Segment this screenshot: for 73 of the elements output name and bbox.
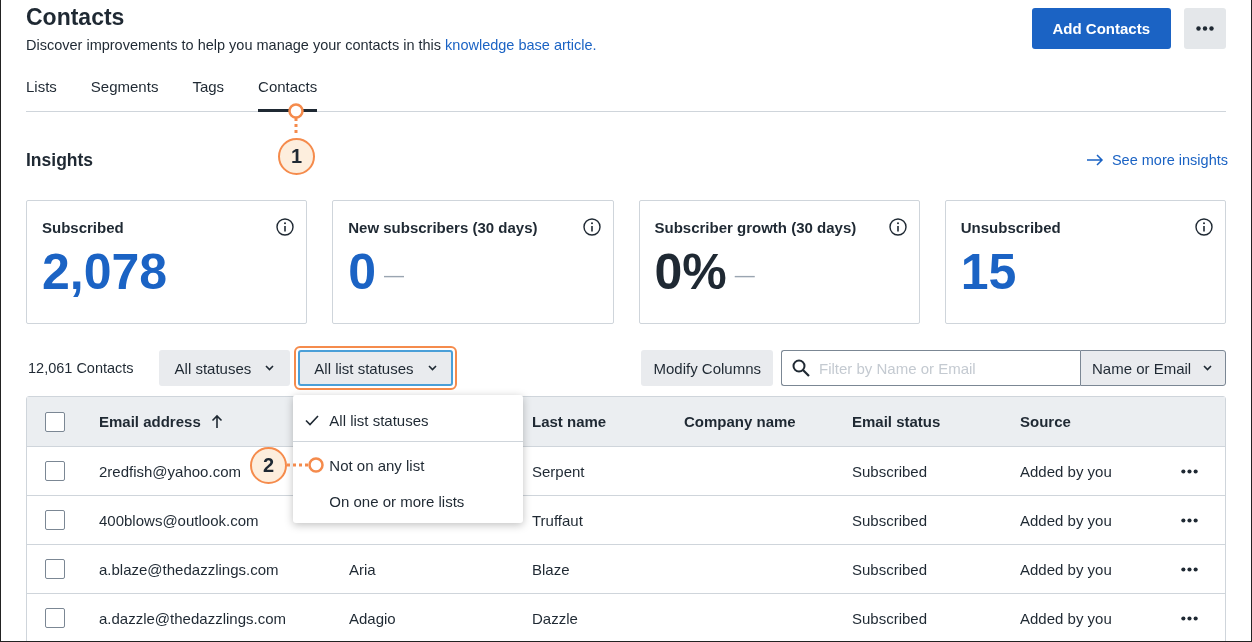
table-cell: Subscribed (852, 560, 928, 578)
see-more-insights-link[interactable]: See more insights (1086, 152, 1228, 168)
info-icon[interactable] (1195, 218, 1213, 236)
check-icon (305, 414, 320, 426)
page-title: Contacts (26, 4, 126, 30)
trend-indicator: — (384, 263, 405, 287)
stat-value: 0% (654, 243, 727, 302)
table-cell: Blaze (532, 560, 570, 578)
callout-number: 1 (278, 138, 315, 175)
column-header[interactable]: Last name (532, 413, 607, 430)
search-scope-dropdown[interactable]: Name or Email (1080, 350, 1226, 386)
stat-value: 2,078 (42, 243, 168, 302)
table-cell: 400blows@outlook.com (99, 511, 259, 529)
table-cell: Added by you (1020, 560, 1112, 578)
table-cell: Subscribed (852, 609, 928, 627)
info-icon[interactable] (888, 218, 907, 236)
stat-label: New subscribers (30 days) (348, 218, 538, 236)
callout-pointer (288, 103, 304, 133)
row-checkbox[interactable] (45, 608, 65, 628)
column-header[interactable]: Email address (99, 413, 223, 430)
select-all-checkbox[interactable] (45, 411, 65, 432)
page-description: Discover improvements to help you manage your contacts in this knowledge base article. (26, 36, 597, 54)
stat-label: Unsubscribed (960, 218, 1061, 236)
column-header[interactable]: Source (1020, 413, 1071, 430)
table-cell: Aria (349, 560, 376, 578)
ellipsis-icon (1180, 468, 1198, 474)
filter-dropdown[interactable]: All list statuses (298, 350, 453, 386)
menu-item[interactable]: Not on any list (293, 447, 524, 483)
tab[interactable]: Tags (192, 75, 225, 112)
row-checkbox[interactable] (45, 510, 65, 530)
modify-columns-button[interactable]: Modify Columns (641, 350, 773, 386)
table-cell: 2redfish@yahoo.com (99, 462, 241, 480)
info-icon[interactable] (276, 218, 295, 236)
table-cell: Added by you (1020, 511, 1112, 529)
knowledge-base-link[interactable]: knowledge base article. (445, 37, 597, 53)
search-icon (792, 359, 810, 377)
arrow-right-icon (1086, 154, 1104, 166)
tab[interactable]: Segments (90, 75, 159, 112)
stat-value: 0 (348, 243, 377, 302)
trend-indicator: — (734, 263, 755, 287)
menu-item[interactable]: On one or more lists (293, 483, 524, 519)
table-cell: Adagio (349, 609, 396, 627)
search-field[interactable]: Filter by Name or Email (781, 350, 1080, 386)
chevron-down-icon (265, 365, 275, 371)
ellipsis-icon (1180, 615, 1198, 621)
filter-dropdown[interactable]: All statuses (158, 350, 291, 386)
chevron-down-icon (427, 365, 437, 371)
more-button[interactable] (1184, 8, 1226, 49)
stat-label: Subscriber growth (30 days) (654, 218, 857, 236)
tab[interactable]: Lists (26, 75, 57, 112)
contacts-count: 12,061 Contacts (28, 360, 134, 376)
stat-value: 15 (960, 243, 1017, 302)
chevron-down-icon (1203, 365, 1212, 371)
table-cell: a.dazzle@thedazzlings.com (99, 609, 286, 627)
table-cell: Added by you (1020, 609, 1112, 627)
table-cell: Subscribed (852, 511, 928, 529)
table-cell: Added by you (1020, 462, 1112, 480)
info-icon[interactable] (582, 218, 601, 236)
table-cell: Subscribed (852, 462, 928, 480)
section-heading: Insights (26, 149, 94, 171)
row-checkbox[interactable] (45, 461, 65, 481)
table-cell: Dazzle (532, 609, 578, 627)
column-header[interactable]: Company name (684, 413, 796, 430)
row-checkbox[interactable] (45, 559, 65, 579)
table-cell: a.blaze@thedazzlings.com (99, 560, 279, 578)
table-cell: Truffaut (532, 511, 583, 529)
stat-label: Subscribed (42, 218, 124, 236)
table-cell: Serpent (532, 462, 585, 480)
column-header[interactable]: Email status (852, 413, 941, 430)
ellipsis-icon (1180, 517, 1198, 523)
add-contacts-button[interactable]: Add Contacts (1031, 8, 1171, 49)
ellipsis-icon (1180, 566, 1198, 572)
ellipsis-icon (1196, 26, 1214, 31)
